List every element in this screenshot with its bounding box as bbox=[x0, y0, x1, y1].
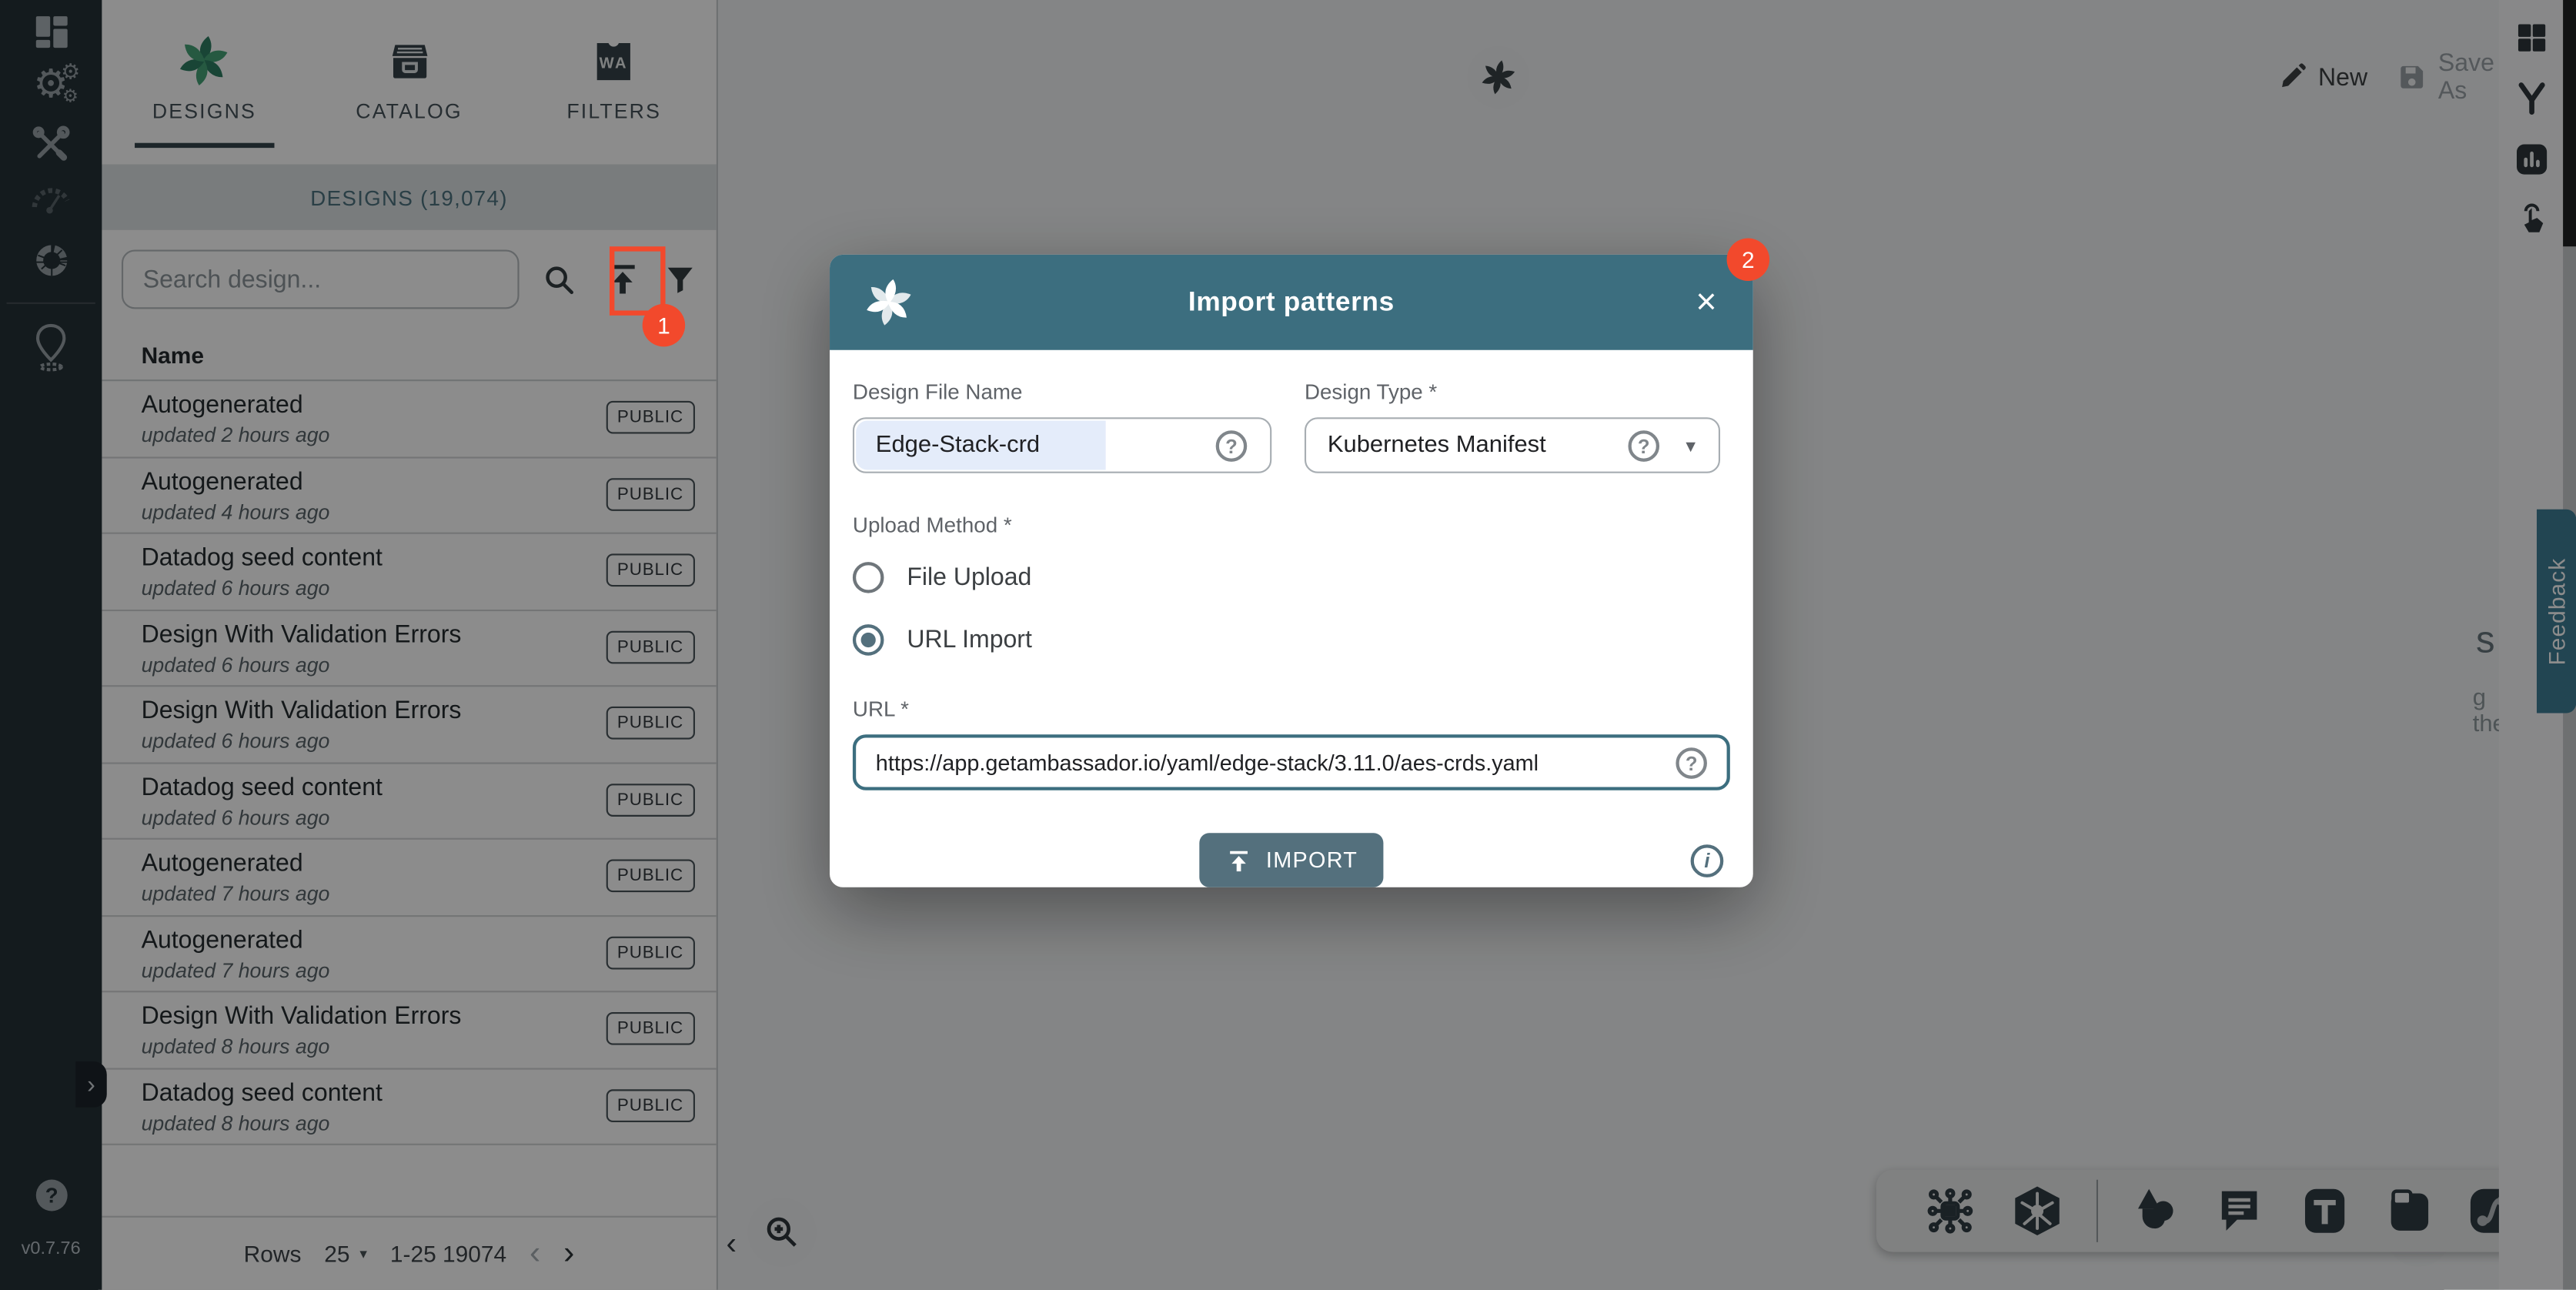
info-icon[interactable]: i bbox=[1691, 844, 1724, 877]
meshery-app: New Save As Comments Actions ▾ Shar bbox=[0, 0, 2576, 1290]
help-circle-icon[interactable]: ? bbox=[1628, 430, 1659, 462]
url-import-option[interactable]: URL Import bbox=[853, 624, 1730, 656]
design-file-name-input[interactable]: Edge-Stack-crd ? bbox=[853, 417, 1271, 473]
url-input[interactable]: https://app.getambassador.io/yaml/edge-s… bbox=[853, 734, 1730, 790]
close-icon[interactable]: × bbox=[1689, 278, 1724, 327]
modal-body: Design File Name Edge-Stack-crd ? Design… bbox=[830, 350, 1753, 887]
radio-unselected-icon[interactable] bbox=[853, 562, 884, 593]
url-import-option-label: URL Import bbox=[907, 626, 1032, 653]
upload-method-label: Upload Method * bbox=[853, 513, 1730, 537]
import-patterns-modal: Import patterns × Design File Name Edge-… bbox=[830, 255, 1753, 887]
chevron-down-icon[interactable]: ▼ bbox=[1682, 439, 1699, 456]
annotation-step-2: 2 bbox=[1727, 239, 1770, 282]
design-file-name-label: Design File Name bbox=[853, 379, 1271, 404]
file-upload-option[interactable]: File Upload bbox=[853, 562, 1730, 593]
annotation-step-1: 1 bbox=[643, 304, 686, 347]
design-type-select[interactable]: Kubernetes Manifest ? ▼ bbox=[1305, 417, 1720, 473]
upload-icon bbox=[1225, 847, 1251, 873]
import-button-label: IMPORT bbox=[1266, 848, 1358, 873]
help-circle-icon[interactable]: ? bbox=[1676, 747, 1707, 779]
radio-selected-icon[interactable] bbox=[853, 624, 884, 656]
modal-title: Import patterns bbox=[830, 287, 1753, 319]
file-upload-option-label: File Upload bbox=[907, 563, 1031, 591]
import-button[interactable]: IMPORT bbox=[1198, 833, 1384, 887]
design-type-label: Design Type * bbox=[1305, 379, 1720, 404]
modal-header: Import patterns × bbox=[830, 255, 1753, 350]
url-label: URL * bbox=[853, 697, 1730, 721]
help-circle-icon[interactable]: ? bbox=[1216, 430, 1248, 462]
